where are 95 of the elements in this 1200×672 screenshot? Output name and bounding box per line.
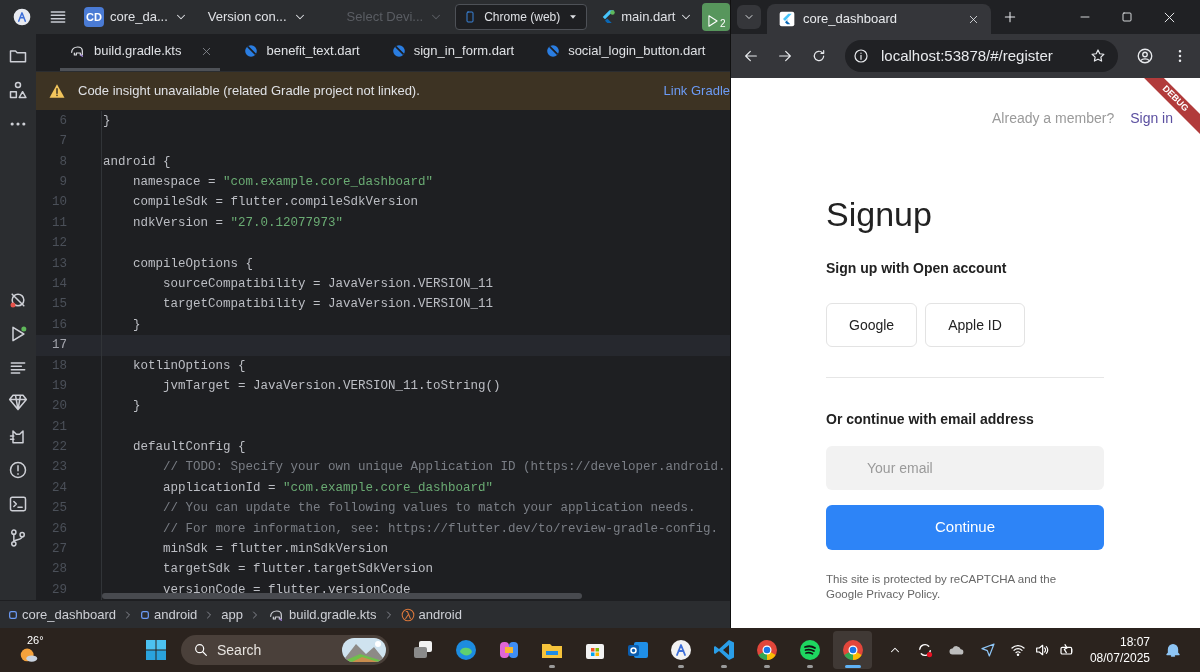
breadcrumb-item[interactable]: android <box>139 604 198 625</box>
page-title: Signup <box>826 197 933 231</box>
code-line: minSdk = flutter.minSdkVersion <box>101 539 389 560</box>
code-line: // TODO: Specify your own unique Application ID (https://developer.android. <box>101 457 726 479</box>
temperature: 26° <box>27 633 44 648</box>
section-heading: Sign up with Open account <box>826 259 1008 278</box>
chrome-icon <box>754 638 779 662</box>
code-line: sourceCompatibility = JavaVersion.VERSION_11 <box>101 274 494 295</box>
code-line: namespace = "com.example.core_dashboard" <box>101 172 434 193</box>
lambda-icon <box>400 607 415 622</box>
search-field[interactable]: Search <box>181 635 389 665</box>
breadcrumb-item[interactable]: core_dashboard <box>8 604 116 625</box>
clock-time[interactable]: 18:07 <box>1119 634 1150 650</box>
wifi-icon[interactable] <box>1009 642 1026 658</box>
editor-tab[interactable]: benefit_text.dart <box>236 34 368 71</box>
git-branch-icon[interactable] <box>8 528 28 548</box>
breadcrumb-item[interactable]: build.gradle.kts <box>267 604 377 625</box>
breadcrumb-item[interactable]: android <box>400 604 462 625</box>
sign-in-link[interactable]: Sign in <box>1130 108 1173 129</box>
info-icon <box>853 48 869 64</box>
code-line: compileOptions { <box>101 253 254 275</box>
code-line: defaultConfig { <box>101 437 246 458</box>
gem-icon[interactable] <box>8 392 28 412</box>
code-line: } <box>101 111 111 132</box>
app-logo-icon[interactable] <box>12 7 32 27</box>
line-number: 17 <box>51 337 67 355</box>
shapes-icon[interactable] <box>8 80 28 100</box>
code-line: targetSdk = flutter.targetSdkVersion <box>101 559 434 580</box>
code-line: jvmTarget = JavaVersion.VERSION_11.toString() <box>101 376 501 397</box>
breadcrumb-item[interactable]: app <box>221 604 244 625</box>
problems-icon[interactable] <box>8 460 28 480</box>
taskbar-app[interactable] <box>833 631 872 669</box>
code-line: targetCompatibility = JavaVersion.VERSION_11 <box>101 294 494 315</box>
code-line: // For more information, see: https://flutter.dev/to/review-gradle-config. <box>101 518 719 540</box>
notification-icon[interactable] <box>1164 641 1182 659</box>
section-heading: Or continue with email address <box>826 410 1035 429</box>
profile-icon[interactable] <box>1136 47 1154 65</box>
browser-tab[interactable]: core_dashboard <box>767 4 991 34</box>
elephant-icon <box>68 43 86 59</box>
warning-icon <box>48 82 66 100</box>
code-line: applicationId = "com.example.core_dashboard" <box>101 478 494 499</box>
maximize-icon[interactable] <box>1121 11 1133 23</box>
forward-icon[interactable] <box>777 48 793 64</box>
phone-icon <box>464 9 477 25</box>
new-tab-icon[interactable] <box>1003 10 1017 24</box>
project-badge: CD <box>84 7 104 27</box>
browser-icon <box>453 638 478 662</box>
vcs-dropdown[interactable]: Version con... <box>207 7 307 27</box>
address-bar[interactable]: localhost:53878/#/register <box>845 40 1118 72</box>
social-login-button[interactable]: Google <box>826 303 918 347</box>
social-login-button[interactable]: Apple ID <box>925 303 1025 347</box>
terminal-icon[interactable] <box>8 494 28 514</box>
dart-icon <box>546 44 561 58</box>
warning-message: Code insight unavailable (related Gradle project not linked). <box>78 82 420 101</box>
editor-tab[interactable]: social_login_button.dart <box>538 34 714 71</box>
module-icon <box>8 609 18 620</box>
link-gradle-link[interactable]: Link Gradle <box>663 81 730 101</box>
run-button[interactable]: 2 <box>702 3 730 31</box>
chrome-icon <box>840 638 865 662</box>
project-dropdown[interactable]: CD core_da... <box>84 7 188 27</box>
footer-note: This site is protected by reCAPTCHA and the Google Privacy Policy. <box>826 572 1058 602</box>
search-placeholder: Search <box>217 640 262 660</box>
flutter-icon <box>779 11 795 27</box>
email-field[interactable]: Your email <box>826 446 1104 490</box>
code-editor-icon <box>711 638 736 662</box>
module-icon <box>139 609 150 620</box>
volume-icon[interactable] <box>1033 642 1050 658</box>
horizontal-scrollbar[interactable] <box>102 593 582 599</box>
play-icon <box>706 13 720 29</box>
code-line: kotlinOptions { <box>101 355 246 377</box>
search-icon <box>193 642 209 658</box>
close-icon[interactable] <box>1163 10 1176 24</box>
code-line: android { <box>101 151 171 173</box>
location-icon[interactable] <box>979 642 996 658</box>
music-icon <box>797 638 822 662</box>
star-icon[interactable] <box>1090 48 1106 64</box>
back-icon[interactable] <box>743 48 759 64</box>
dart-icon <box>391 44 406 58</box>
member-prompt: Already a member? <box>992 109 1115 128</box>
clock-date[interactable]: 08/07/2025 <box>1089 650 1150 666</box>
code-line: // You can update the following values to match your application needs. <box>101 498 696 519</box>
start-icon[interactable] <box>144 638 168 662</box>
studio-icon <box>668 638 693 662</box>
code-line: ndkVersion = "27.0.12077973" <box>101 212 344 234</box>
reload-icon[interactable] <box>811 48 827 64</box>
tab-list-button[interactable] <box>737 5 761 29</box>
close-icon[interactable] <box>968 13 979 25</box>
editor-tab[interactable]: sign_in_form.dart <box>383 34 523 71</box>
code-line: compileSdk = flutter.compileSdkVersion <box>101 192 419 213</box>
dart-icon <box>244 44 259 58</box>
close-icon <box>201 45 213 57</box>
run-config-dropdown[interactable]: main.dart <box>599 7 694 27</box>
continue-button[interactable]: Continue <box>826 505 1104 550</box>
code-line: } <box>101 396 141 417</box>
target-device-dropdown[interactable]: Chrome (web) <box>455 4 588 30</box>
